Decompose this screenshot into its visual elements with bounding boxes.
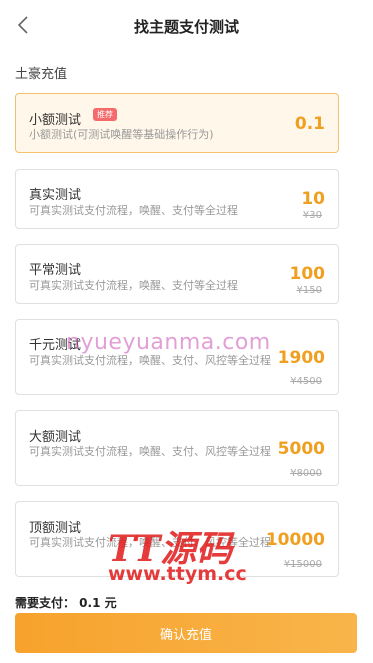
header: 找主题支付测试: [0, 0, 373, 52]
plan-price: 10: [301, 189, 325, 209]
plan-price: 10000: [265, 530, 325, 550]
plan-card-small[interactable]: 小额测试 推荐 小额测试(可测试唤醒等基础操作行为) 0.1: [15, 93, 339, 153]
plan-desc: 可真实测试支付流程，唤醒、支付、风控等全过程: [29, 536, 271, 549]
plan-card-normal[interactable]: 平常测试 可真实测试支付流程，唤醒、支付等全过程 100 ¥150: [15, 244, 339, 304]
plan-price: 100: [289, 264, 326, 284]
plan-name: 千元测试: [29, 338, 82, 353]
confirm-recharge-button[interactable]: 确认充值: [15, 613, 357, 653]
page-title: 找主题支付测试: [133, 18, 239, 36]
plan-price: 0.1: [294, 114, 325, 134]
plan-original-price: ¥4500: [290, 376, 322, 387]
plan-desc: 可真实测试支付流程，唤醒、支付等全过程: [29, 204, 238, 217]
plan-original-price: ¥15000: [283, 559, 322, 570]
plan-desc: 可真实测试支付流程，唤醒、支付、风控等全过程: [29, 354, 271, 367]
plan-name: 平常测试: [29, 263, 82, 278]
plan-original-price: ¥150: [296, 285, 322, 296]
plan-desc: 小额测试(可测试唤醒等基础操作行为): [29, 128, 214, 141]
plan-card-top[interactable]: 顶额测试 可真实测试支付流程，唤醒、支付、风控等全过程 10000 ¥15000: [15, 501, 339, 577]
recommend-badge: 推荐: [93, 108, 117, 121]
pay-summary: 需要支付： 0.1 元: [15, 596, 117, 610]
plan-price: 1900: [277, 348, 325, 368]
plan-card-real[interactable]: 真实测试 可真实测试支付流程，唤醒、支付等全过程 10 ¥30: [15, 169, 339, 229]
plan-desc: 可真实测试支付流程，唤醒、支付等全过程: [29, 279, 238, 292]
plan-original-price: ¥30: [302, 210, 322, 221]
plan-price: 5000: [277, 439, 325, 459]
plan-name: 真实测试: [29, 188, 82, 203]
plan-card-thousand[interactable]: 千元测试 可真实测试支付流程，唤醒、支付、风控等全过程 1900 ¥4500: [15, 319, 339, 395]
plan-original-price: ¥8000: [290, 468, 322, 479]
plan-card-large[interactable]: 大额测试 可真实测试支付流程，唤醒、支付、风控等全过程 5000 ¥8000: [15, 410, 339, 486]
plan-desc: 可真实测试支付流程，唤醒、支付、风控等全过程: [29, 445, 271, 458]
section-title: 土豪充值: [15, 67, 68, 82]
